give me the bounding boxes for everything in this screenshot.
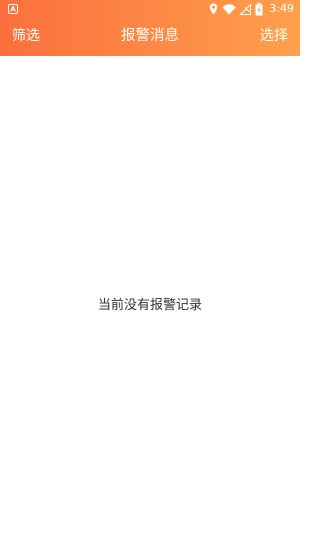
header-bar: 3:49 筛选 报警消息 选择 bbox=[0, 0, 300, 56]
signal-off-icon bbox=[240, 3, 252, 15]
battery-charging-icon bbox=[255, 2, 263, 15]
status-time: 3:49 bbox=[269, 2, 294, 15]
status-bar: 3:49 bbox=[0, 0, 300, 18]
status-icons: 3:49 bbox=[209, 2, 294, 16]
filter-button[interactable]: 筛选 bbox=[12, 18, 40, 54]
page-title: 报警消息 bbox=[121, 28, 179, 44]
navigation-bar: 筛选 报警消息 选择 bbox=[0, 18, 300, 56]
location-icon bbox=[210, 3, 218, 15]
app-notification-icon bbox=[8, 4, 18, 14]
empty-state-text: 当前没有报警记录 bbox=[97, 298, 202, 313]
wifi-icon bbox=[222, 3, 236, 15]
app-screen: 3:49 筛选 报警消息 选择 当前没有报警记录 bbox=[0, 0, 300, 560]
select-button[interactable]: 选择 bbox=[260, 18, 288, 54]
